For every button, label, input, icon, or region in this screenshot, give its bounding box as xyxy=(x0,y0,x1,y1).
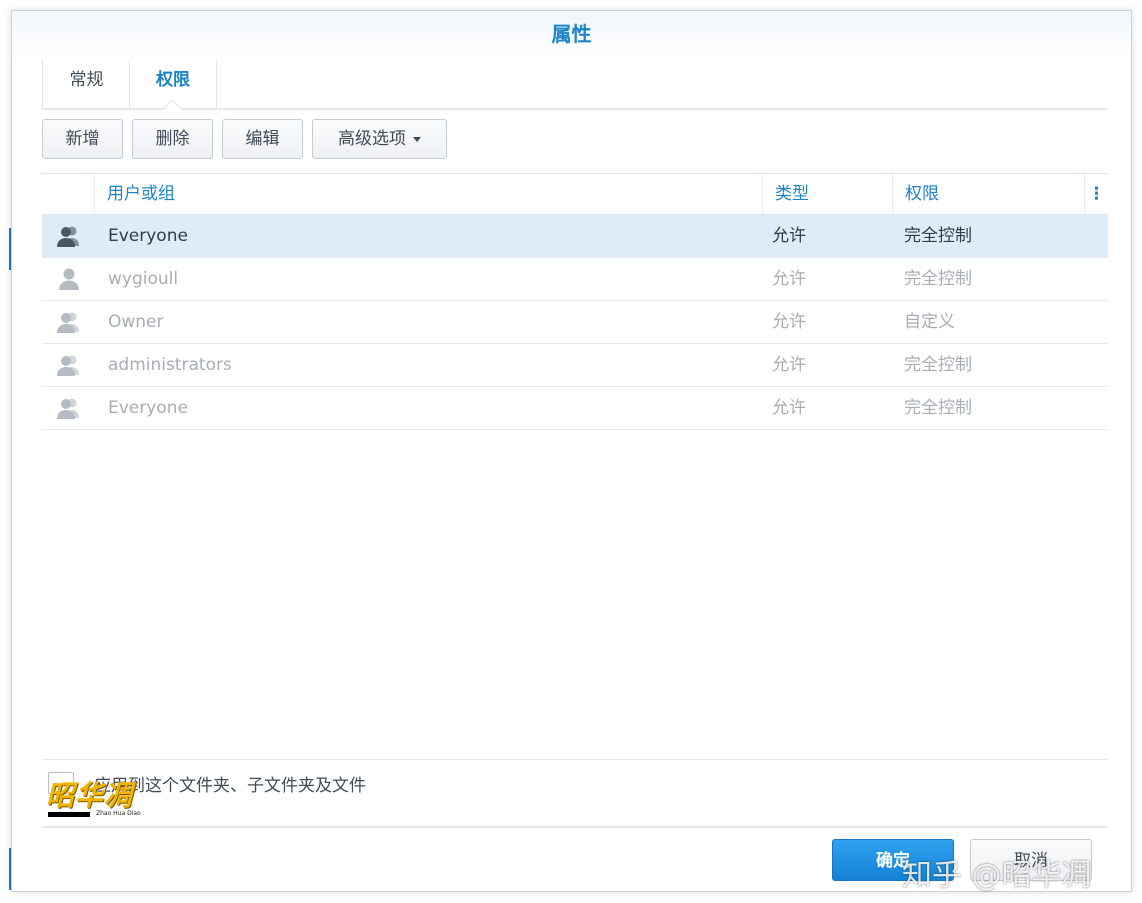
row-permission: 完全控制 xyxy=(904,398,972,418)
table-header: 用户或组 类型 权限 ⋮ xyxy=(42,173,1108,215)
dialog-footer: 确定 取消 知乎 @昭华凋 xyxy=(12,826,1131,893)
row-permission: 自定义 xyxy=(904,312,955,332)
row-user: administrators xyxy=(108,355,232,375)
user-icon xyxy=(56,267,82,291)
group-icon xyxy=(56,224,82,248)
table-row[interactable]: Owner 允许 自定义 xyxy=(42,301,1108,344)
row-user: wygioull xyxy=(108,269,179,289)
logo-subtitle: Zhao Hua Diao xyxy=(96,810,141,817)
table-row[interactable]: wygioull 允许 完全控制 xyxy=(42,258,1108,301)
dialog-title: 属性 xyxy=(12,11,1131,61)
row-permission: 完全控制 xyxy=(904,226,972,246)
row-type: 允许 xyxy=(772,312,806,332)
row-user: Everyone xyxy=(108,226,188,246)
permissions-table: 用户或组 类型 权限 ⋮ Everyone 允许 完全控制 wygioull 允许 完全控… xyxy=(42,173,1108,430)
group-icon xyxy=(56,396,82,420)
row-permission: 完全控制 xyxy=(904,269,972,289)
table-row[interactable]: Everyone 允许 完全控制 xyxy=(42,215,1108,258)
tab-permissions[interactable]: 权限 xyxy=(129,60,217,118)
column-header-type[interactable]: 类型 xyxy=(762,174,892,214)
logo-bar xyxy=(48,812,90,817)
tab-bar: 常规 权限 xyxy=(42,60,1108,118)
column-header-user[interactable]: 用户或组 xyxy=(94,174,762,214)
caret-down-icon xyxy=(413,136,421,142)
row-type: 允许 xyxy=(772,226,806,246)
apply-option: 应用到这个文件夹、子文件夹及文件 昭华凋 Zhao Hua Diao xyxy=(42,759,1108,828)
tab-permissions-label: 权限 xyxy=(156,70,190,90)
column-menu-icon[interactable]: ⋮ xyxy=(1084,174,1108,214)
background-edge xyxy=(0,0,12,903)
row-type: 允许 xyxy=(772,355,806,375)
logo-text: 昭华凋 xyxy=(46,779,134,812)
delete-button[interactable]: 删除 xyxy=(132,119,213,159)
properties-dialog: 属性 常规 权限 新增 删除 编辑 高级选项 用户或组 类型 权限 ⋮ Ever… xyxy=(11,10,1132,893)
column-header-permission[interactable]: 权限 xyxy=(892,174,1084,214)
table-body: Everyone 允许 完全控制 wygioull 允许 完全控制 Owner 允许 自定义 ad… xyxy=(42,215,1108,430)
table-row[interactable]: Everyone 允许 完全控制 xyxy=(42,387,1108,430)
row-user: Everyone xyxy=(108,398,188,418)
active-tab-pointer xyxy=(163,99,182,118)
add-button[interactable]: 新增 xyxy=(42,119,123,159)
group-icon xyxy=(56,353,82,377)
row-permission: 完全控制 xyxy=(904,355,972,375)
row-type: 允许 xyxy=(772,269,806,289)
edit-button[interactable]: 编辑 xyxy=(222,119,303,159)
brand-logo: 昭华凋 Zhao Hua Diao xyxy=(46,774,156,822)
tab-general[interactable]: 常规 xyxy=(42,60,130,108)
advanced-options-label: 高级选项 xyxy=(338,129,406,149)
table-row[interactable]: administrators 允许 完全控制 xyxy=(42,344,1108,387)
watermark-text: 知乎 @昭华凋 xyxy=(902,858,1092,893)
group-icon xyxy=(56,310,82,334)
row-type: 允许 xyxy=(772,398,806,418)
row-user: Owner xyxy=(108,312,164,332)
advanced-options-button[interactable]: 高级选项 xyxy=(312,119,447,159)
